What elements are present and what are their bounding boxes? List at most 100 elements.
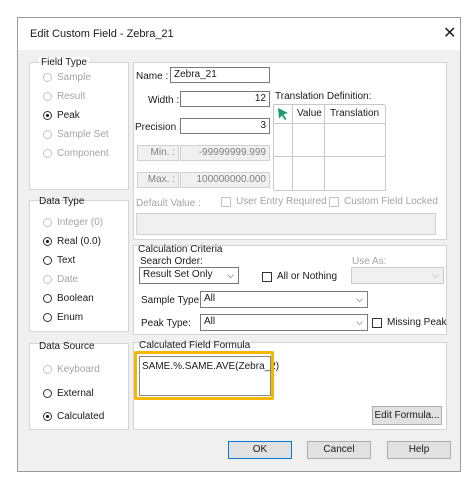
close-icon[interactable]: ✕ xyxy=(443,23,456,43)
checkbox-indicator xyxy=(262,271,272,282)
translation-cell[interactable] xyxy=(325,157,386,191)
calculation-criteria-title: Calculation Criteria xyxy=(138,244,223,255)
data-type-date-radio[interactable]: Date xyxy=(43,274,78,285)
translation-cell[interactable] xyxy=(325,124,386,157)
option-label: Peak xyxy=(57,110,80,121)
data-type-integer-radio[interactable]: Integer (0) xyxy=(43,217,103,228)
data-type-boolean-radio[interactable]: Boolean xyxy=(43,293,94,304)
checkbox-label: Missing Peak xyxy=(387,317,447,328)
default-value-input xyxy=(136,213,436,235)
data-type-real-radio[interactable]: Real (0.0) xyxy=(43,236,101,247)
data-source-external-radio[interactable]: External xyxy=(43,388,94,399)
column-header: Value xyxy=(297,108,322,119)
missing-peak-checkbox[interactable]: Missing Peak xyxy=(372,317,446,328)
field-type-peak-radio[interactable]: Peak xyxy=(43,110,80,121)
translation-cell[interactable] xyxy=(293,157,325,191)
peak-type-label: Peak Type: xyxy=(141,318,191,329)
radio-indicator xyxy=(43,218,52,227)
radio-indicator xyxy=(43,73,52,82)
precision-label: Precision : xyxy=(135,122,182,133)
precision-input[interactable]: 3 xyxy=(180,118,270,134)
name-input[interactable]: Zebra_21 xyxy=(170,67,270,83)
radio-indicator xyxy=(43,275,52,284)
radio-indicator xyxy=(43,389,52,398)
data-type-text-radio[interactable]: Text xyxy=(43,255,75,266)
sample-type-label: Sample Type: xyxy=(141,295,202,306)
checkbox-label: All or Nothing xyxy=(277,271,338,282)
option-label: Integer (0) xyxy=(57,217,104,228)
radio-indicator xyxy=(43,313,52,322)
width-label: Width : xyxy=(148,95,180,106)
data-type-title: Data Type xyxy=(39,196,85,207)
name-label: Name : xyxy=(136,71,169,82)
pointer-arrow-icon xyxy=(278,108,288,120)
option-label: Text xyxy=(57,255,76,266)
checkbox-indicator xyxy=(329,196,339,207)
option-label: Date xyxy=(57,274,79,285)
help-button[interactable]: Help xyxy=(387,441,451,459)
user-entry-required-checkbox[interactable]: User Entry Required xyxy=(221,196,327,207)
translation-title: Translation Definition: xyxy=(275,91,372,102)
translation-header-value: Value xyxy=(293,105,325,124)
radio-indicator xyxy=(43,412,52,421)
radio-indicator xyxy=(43,92,52,101)
option-label: Calculated xyxy=(57,411,105,422)
translation-header-translation: Translation xyxy=(325,105,386,124)
select-value: All xyxy=(204,316,216,327)
min-input: -99999999.999 xyxy=(180,145,270,161)
option-label: Real (0.0) xyxy=(57,236,101,247)
translation-cell[interactable] xyxy=(274,157,293,191)
ok-button[interactable]: OK xyxy=(228,441,292,459)
chevron-down-icon: ⌵ xyxy=(356,317,363,327)
checkbox-indicator xyxy=(221,196,231,207)
option-label: External xyxy=(57,388,94,399)
peak-type-select[interactable]: All ⌵ xyxy=(200,314,368,331)
field-type-title: Field Type xyxy=(39,57,89,68)
data-type-enum-radio[interactable]: Enum xyxy=(43,312,83,323)
custom-field-locked-checkbox[interactable]: Custom Field Locked xyxy=(329,196,438,207)
width-input[interactable]: 12 xyxy=(180,91,270,107)
radio-indicator xyxy=(43,111,52,120)
translation-cell[interactable] xyxy=(293,124,325,157)
sample-type-select[interactable]: All ⌵ xyxy=(200,291,368,308)
field-type-sample-radio[interactable]: Sample xyxy=(43,72,91,83)
field-type-sample-set-radio[interactable]: Sample Set xyxy=(43,129,109,140)
radio-indicator xyxy=(43,256,52,265)
option-label: Component xyxy=(57,148,109,159)
radio-indicator xyxy=(43,130,52,139)
option-label: Result xyxy=(57,91,86,102)
formula-highlight xyxy=(134,351,274,400)
search-order-label: Search Order: xyxy=(140,256,203,267)
translation-cell[interactable] xyxy=(274,124,293,157)
data-source-keyboard-radio[interactable]: Keyboard xyxy=(43,364,100,375)
use-as-select[interactable]: ⌵ xyxy=(351,267,444,284)
all-or-nothing-checkbox[interactable]: All or Nothing xyxy=(262,271,337,282)
option-label: Keyboard xyxy=(57,364,100,375)
search-order-select[interactable]: Result Set Only ⌵ xyxy=(139,267,239,284)
checkbox-label: User Entry Required xyxy=(236,196,327,207)
radio-indicator xyxy=(43,365,52,374)
default-value-label: Default Value : xyxy=(136,198,201,209)
data-source-calculated-radio[interactable]: Calculated xyxy=(43,411,104,422)
cancel-button[interactable]: Cancel xyxy=(307,441,371,459)
use-as-label: Use As: xyxy=(352,256,387,267)
radio-indicator xyxy=(43,237,52,246)
window-title: Edit Custom Field - Zebra_21 xyxy=(30,28,174,40)
field-type-result-radio[interactable]: Result xyxy=(43,91,85,102)
data-source-title: Data Source xyxy=(39,341,95,352)
select-value: Result Set Only xyxy=(143,269,213,280)
edit-formula-button[interactable]: Edit Formula... xyxy=(372,406,442,425)
radio-indicator xyxy=(43,149,52,158)
checkbox-indicator xyxy=(372,317,382,328)
min-label: Min. : xyxy=(137,145,179,161)
chevron-down-icon: ⌵ xyxy=(432,270,439,280)
column-header: Translation xyxy=(330,108,380,119)
field-type-component-radio[interactable]: Component xyxy=(43,148,109,159)
max-input: 100000000.000 xyxy=(180,172,270,188)
translation-table: Value Translation xyxy=(273,104,386,191)
max-label: Max. : xyxy=(137,172,179,188)
radio-indicator xyxy=(43,294,52,303)
chevron-down-icon: ⌵ xyxy=(356,294,363,304)
checkbox-label: Custom Field Locked xyxy=(344,196,438,207)
chevron-down-icon: ⌵ xyxy=(227,270,234,280)
